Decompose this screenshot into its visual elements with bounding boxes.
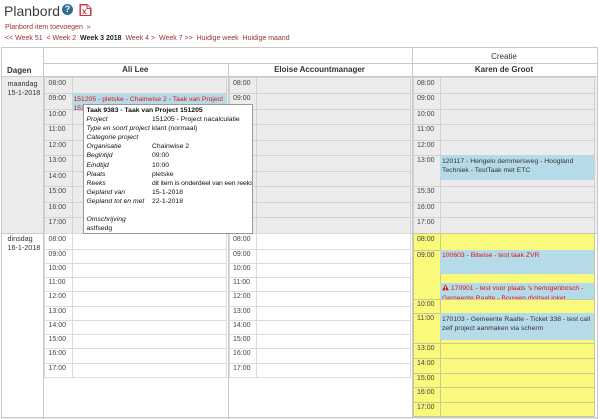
svg-text:x: x (82, 5, 87, 15)
